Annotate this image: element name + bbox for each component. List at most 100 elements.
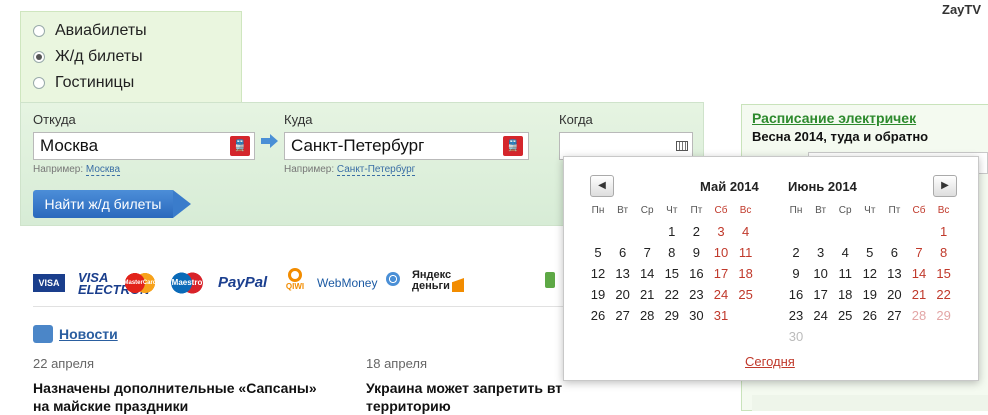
radio-train[interactable]: Ж/д билеты bbox=[33, 46, 143, 68]
radio-avia[interactable]: Авиабилеты bbox=[33, 20, 147, 42]
calendar-day[interactable]: 24 bbox=[809, 308, 833, 323]
radio-hotels[interactable]: Гостиницы bbox=[33, 72, 134, 94]
calendar-day[interactable]: 22 bbox=[932, 287, 956, 302]
calendar-day[interactable]: 3 bbox=[809, 245, 833, 260]
news-title-2[interactable]: Украина может запретить вт территорию bbox=[366, 379, 562, 415]
calendar-day[interactable]: 1 bbox=[660, 224, 684, 239]
calendar-day[interactable]: 17 bbox=[709, 266, 733, 281]
calendar-day[interactable]: 28 bbox=[635, 308, 659, 323]
calendar-day[interactable]: 2 bbox=[784, 245, 808, 260]
calendar-day[interactable]: 1 bbox=[932, 224, 956, 239]
calendar-day[interactable]: 25 bbox=[833, 308, 857, 323]
calendar-day[interactable]: 13 bbox=[611, 266, 635, 281]
calendar-day[interactable]: 5 bbox=[586, 245, 610, 260]
news-title-1[interactable]: Назначены дополнительные «Сапсаны» на май… bbox=[33, 379, 317, 415]
to-input[interactable]: Санкт-Петербург bbox=[284, 132, 529, 160]
calendar-day[interactable]: 4 bbox=[734, 224, 758, 239]
calendar-day[interactable]: 7 bbox=[635, 245, 659, 260]
brand-label: ZayTV bbox=[942, 2, 982, 17]
radio-hotels-label: Гостиницы bbox=[55, 74, 135, 91]
calendar-day[interactable]: 3 bbox=[709, 224, 733, 239]
calendar-day[interactable]: 9 bbox=[784, 266, 808, 281]
next-month-button[interactable]: ▶ bbox=[933, 175, 957, 197]
calendar-day[interactable]: 23 bbox=[684, 287, 708, 302]
calendar-day[interactable]: 24 bbox=[709, 287, 733, 302]
calendar-day[interactable]: 19 bbox=[586, 287, 610, 302]
calendar-day[interactable]: 14 bbox=[635, 266, 659, 281]
calendar-day[interactable]: 11 bbox=[734, 245, 758, 260]
calendar-day[interactable]: 21 bbox=[907, 287, 931, 302]
today-link[interactable]: Сегодня bbox=[745, 354, 795, 369]
weekday-header: Вс bbox=[937, 205, 950, 216]
calendar-day[interactable]: 4 bbox=[833, 245, 857, 260]
schedule-title-link[interactable]: Расписание электричек bbox=[752, 110, 916, 126]
news-date-2: 18 апреля bbox=[366, 356, 427, 371]
yandex-wallet-icon bbox=[452, 278, 464, 292]
weekday-header: Пт bbox=[690, 205, 703, 216]
calendar-day[interactable]: 7 bbox=[907, 245, 931, 260]
find-button-arrow[interactable] bbox=[173, 190, 191, 218]
calendar-day[interactable]: 18 bbox=[734, 266, 758, 281]
calendar-day[interactable]: 17 bbox=[809, 287, 833, 302]
calendar-day[interactable]: 10 bbox=[709, 245, 733, 260]
from-input-value: Москва bbox=[40, 136, 99, 155]
calendar-icon[interactable] bbox=[676, 141, 688, 151]
calendar-day[interactable]: 21 bbox=[635, 287, 659, 302]
calendar-day[interactable]: 18 bbox=[833, 287, 857, 302]
calendar-day[interactable]: 26 bbox=[586, 308, 610, 323]
calendar-day: 29 bbox=[936, 308, 951, 323]
visa-logo: VISA bbox=[33, 274, 65, 292]
calendar-day[interactable]: 25 bbox=[734, 287, 758, 302]
calendar-day[interactable]: 6 bbox=[611, 245, 635, 260]
weekday-header: Сб bbox=[714, 205, 728, 216]
calendar-day[interactable]: 15 bbox=[660, 266, 684, 281]
calendar-day[interactable]: 20 bbox=[882, 287, 906, 302]
calendar-day[interactable]: 11 bbox=[833, 266, 857, 281]
calendar-day[interactable]: 29 bbox=[660, 308, 684, 323]
secure-lock-icon bbox=[545, 272, 555, 288]
weekday-header: Чт bbox=[864, 205, 876, 216]
calendar-day[interactable]: 6 bbox=[882, 245, 906, 260]
calendar-day[interactable]: 8 bbox=[932, 245, 956, 260]
calendar-day[interactable]: 2 bbox=[684, 224, 708, 239]
calendar-day[interactable]: 31 bbox=[709, 308, 733, 323]
calendar-day[interactable]: 30 bbox=[684, 308, 708, 323]
from-input[interactable]: Москва bbox=[33, 132, 255, 160]
weekday-header: Вт bbox=[815, 205, 827, 216]
calendar-day[interactable]: 8 bbox=[660, 245, 684, 260]
radio-avia-icon bbox=[33, 25, 45, 37]
calendar-day[interactable]: 23 bbox=[784, 308, 808, 323]
webmoney-globe-icon bbox=[386, 272, 400, 286]
calendar-day[interactable]: 27 bbox=[611, 308, 635, 323]
calendar-day[interactable]: 5 bbox=[858, 245, 882, 260]
calendar-day[interactable]: 15 bbox=[932, 266, 956, 281]
calendar-day[interactable]: 20 bbox=[611, 287, 635, 302]
to-hint: Например: Санкт-Петербург bbox=[284, 164, 416, 176]
from-station-list-icon[interactable]: 🚆 bbox=[230, 136, 250, 156]
calendar-day[interactable]: 27 bbox=[882, 308, 906, 323]
paypal-logo: PayPal bbox=[218, 274, 268, 291]
calendar-day[interactable]: 16 bbox=[684, 266, 708, 281]
news-link[interactable]: Новости bbox=[59, 326, 118, 342]
find-tickets-button[interactable]: Найти ж/д билеты bbox=[33, 190, 173, 218]
yandex-money-logo: Яндекс деньги bbox=[412, 269, 452, 292]
calendar-day[interactable]: 19 bbox=[858, 287, 882, 302]
calendar-day[interactable]: 12 bbox=[586, 266, 610, 281]
datepicker-popup: ◀ ▶ Май 2014 Июнь 2014 Пн Вт Ср Чт Пт Сб Вс 1 2 3… bbox=[563, 156, 979, 381]
calendar-day[interactable]: 12 bbox=[858, 266, 882, 281]
calendar-day[interactable]: 22 bbox=[660, 287, 684, 302]
calendar-day[interactable]: 16 bbox=[784, 287, 808, 302]
prev-month-button[interactable]: ◀ bbox=[590, 175, 614, 197]
weekday-header: Ср bbox=[640, 205, 654, 216]
schedule-subtitle: Весна 2014, туда и обратно bbox=[752, 129, 929, 144]
megaphone-icon bbox=[33, 325, 53, 343]
calendar-day[interactable]: 13 bbox=[882, 266, 906, 281]
calendar-day[interactable]: 26 bbox=[858, 308, 882, 323]
to-hint-link[interactable]: Санкт-Петербург bbox=[336, 164, 416, 176]
from-hint-link[interactable]: Москва bbox=[85, 164, 121, 176]
to-station-list-icon[interactable]: 🚆 bbox=[503, 136, 523, 156]
calendar-day[interactable]: 10 bbox=[809, 266, 833, 281]
calendar-day[interactable]: 14 bbox=[907, 266, 931, 281]
calendar-day[interactable]: 9 bbox=[684, 245, 708, 260]
when-label: Когда bbox=[559, 112, 593, 127]
